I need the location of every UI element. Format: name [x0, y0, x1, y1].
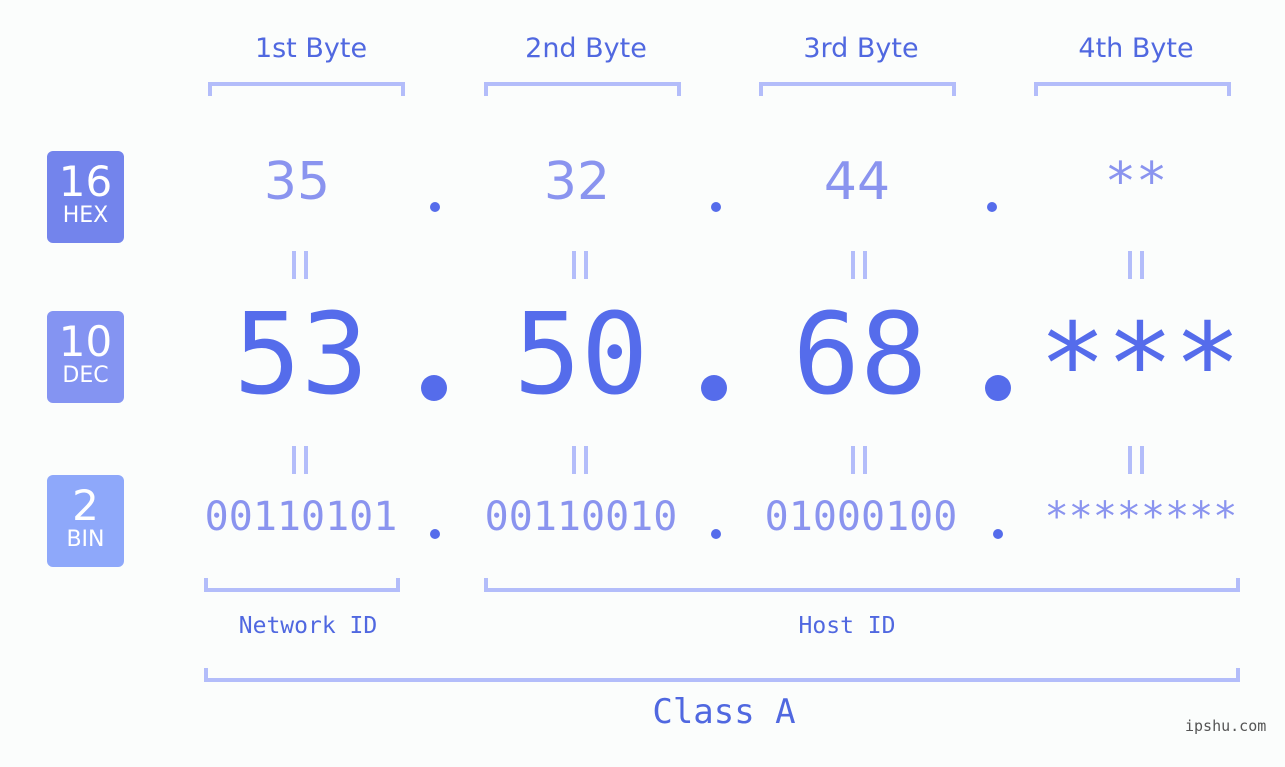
- hex-badge-label: HEX: [62, 203, 109, 228]
- dec-badge-number: 10: [58, 317, 113, 366]
- dec-dot-3: [985, 375, 1011, 401]
- bin-value-4: ********: [1044, 494, 1238, 540]
- hex-dot-1: [430, 202, 440, 212]
- equals-icon: [280, 442, 320, 483]
- hex-dot-2: [711, 202, 721, 212]
- byte-header-2: 2nd Byte: [525, 33, 647, 64]
- bin-badge: 2 BIN: [47, 475, 124, 567]
- byte-header-4: 4th Byte: [1078, 33, 1194, 64]
- dec-value-1: 53: [233, 290, 369, 420]
- byte-bracket-4: [1034, 82, 1231, 96]
- dec-value-2: 50: [513, 290, 649, 420]
- byte-header-3: 3rd Byte: [803, 33, 919, 64]
- equals-icon: [1116, 247, 1156, 288]
- dec-dot-2: [701, 375, 727, 401]
- equals-icon: [1116, 442, 1156, 483]
- equals-icon: [560, 442, 600, 483]
- bin-dot-1: [430, 529, 440, 539]
- equals-icon: [839, 442, 879, 483]
- class-label: Class A: [652, 692, 796, 732]
- host-id-bracket: [484, 578, 1240, 592]
- equals-icon: [280, 247, 320, 288]
- bin-dot-2: [711, 529, 721, 539]
- dec-value-3: 68: [792, 290, 928, 420]
- bin-value-3: 01000100: [764, 494, 958, 540]
- hex-value-3: 44: [823, 152, 891, 212]
- dec-badge-label: DEC: [62, 363, 109, 388]
- equals-icon: [560, 247, 600, 288]
- class-bracket: [204, 668, 1240, 682]
- hex-value-2: 32: [543, 152, 611, 212]
- hex-badge: 16 HEX: [47, 151, 124, 243]
- hex-badge-number: 16: [58, 157, 113, 206]
- bin-badge-label: BIN: [66, 527, 105, 552]
- bin-value-1: 00110101: [204, 494, 398, 540]
- bin-badge-number: 2: [72, 481, 99, 530]
- byte-bracket-2: [484, 82, 681, 96]
- hex-dot-3: [987, 202, 997, 212]
- equals-icon: [839, 247, 879, 288]
- network-id-bracket: [204, 578, 400, 592]
- dec-badge: 10 DEC: [47, 311, 124, 403]
- byte-bracket-1: [208, 82, 405, 96]
- network-id-label: Network ID: [238, 613, 378, 639]
- hex-value-4: **: [1104, 152, 1168, 212]
- bin-value-2: 00110010: [484, 494, 678, 540]
- watermark: ipshu.com: [1185, 717, 1267, 735]
- host-id-label: Host ID: [798, 613, 896, 639]
- hex-value-1: 35: [263, 152, 331, 212]
- dec-dot-1: [421, 375, 447, 401]
- byte-bracket-3: [759, 82, 956, 96]
- bin-dot-3: [993, 529, 1003, 539]
- dec-value-4: ***: [1038, 300, 1242, 430]
- byte-header-1: 1st Byte: [254, 33, 368, 64]
